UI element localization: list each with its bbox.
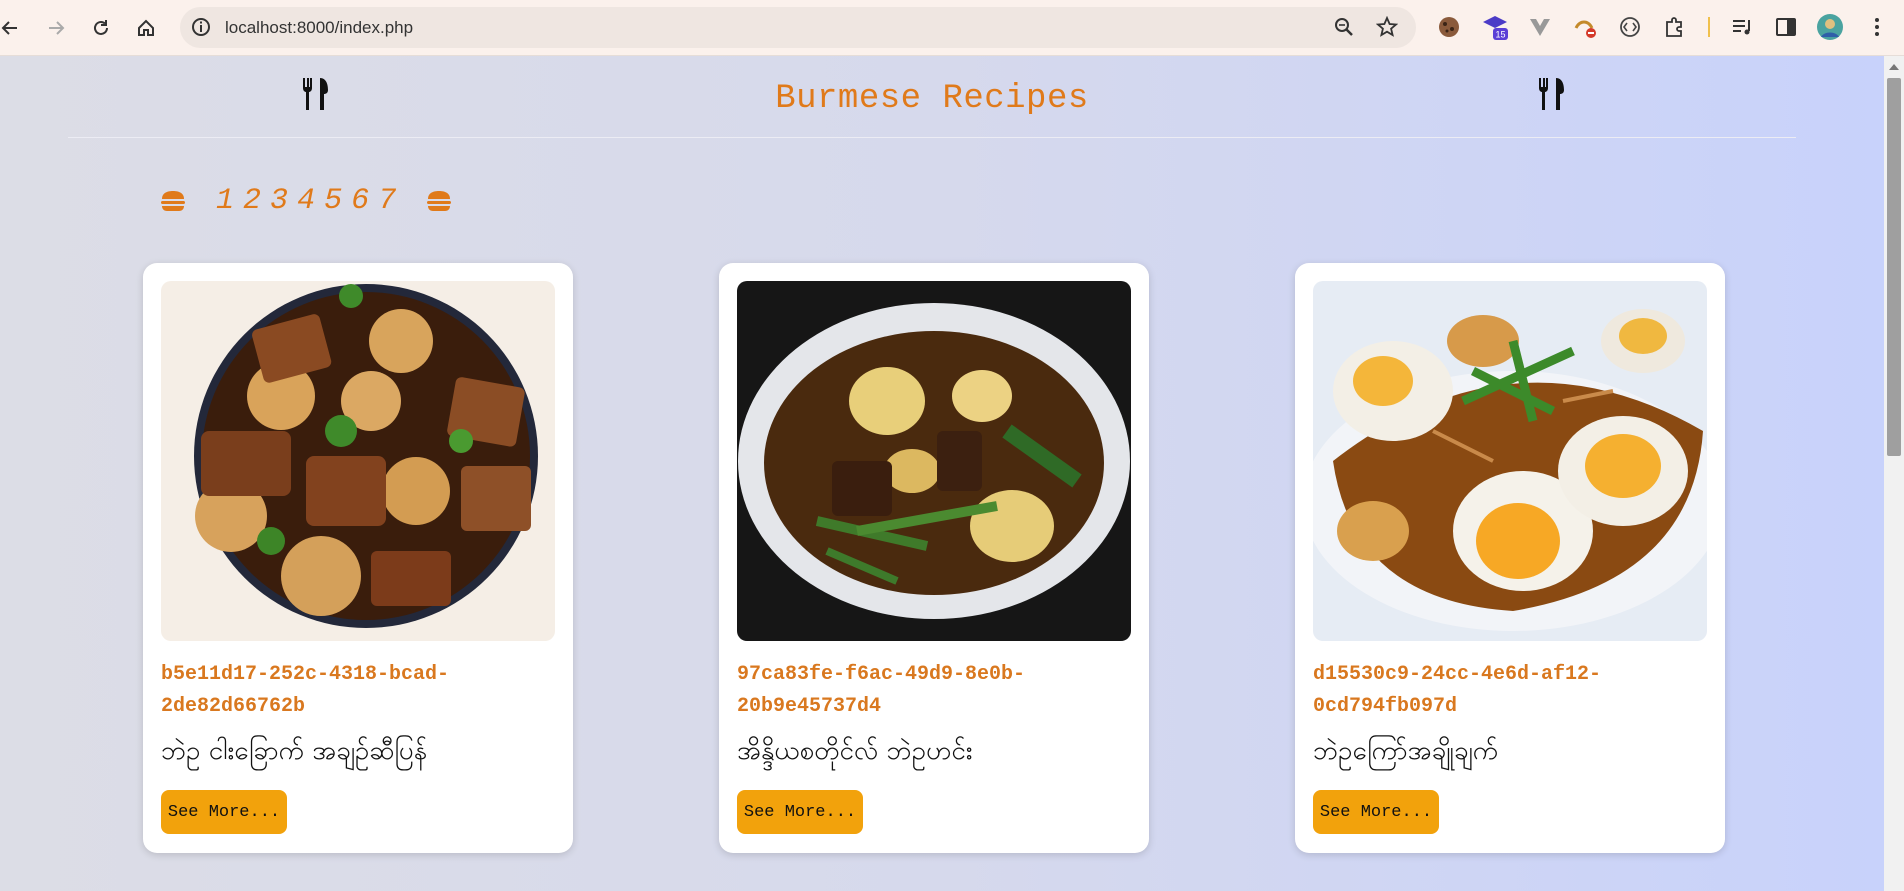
page-links: 1 2 3 4 5 6 7: [216, 184, 396, 218]
profile-avatar[interactable]: [1815, 12, 1845, 42]
recipe-id-line: b5e11d17-252c-4318-bcad-: [161, 663, 450, 686]
page-link-4[interactable]: 4: [297, 184, 315, 218]
extension-badge: 15: [1495, 30, 1505, 40]
page-scrollbar[interactable]: [1884, 56, 1904, 891]
recipe-id-line: 2de82d66762b: [161, 695, 306, 718]
side-panel-icon[interactable]: [1771, 12, 1801, 42]
address-bar[interactable]: localhost:8000/index.php: [180, 7, 1416, 48]
home-icon[interactable]: [130, 12, 162, 44]
cookie-extension-icon[interactable]: [1434, 12, 1464, 42]
see-more-button[interactable]: See More...: [1313, 790, 1439, 834]
recipe-id: b5e11d17-252c-4318-bcad- 2de82d66762b: [161, 659, 555, 723]
browser-menu-icon[interactable]: [1862, 12, 1892, 42]
page-link-1[interactable]: 1: [216, 184, 234, 218]
fork-knife-icon: [1536, 76, 1568, 117]
recipe-id-line: 97ca83fe-f6ac-49d9-8e0b-: [737, 663, 1026, 686]
back-arrow-icon[interactable]: [0, 12, 26, 44]
browser-toolbar: localhost:8000/index.php 15: [0, 0, 1904, 56]
page-link-7[interactable]: 7: [378, 184, 396, 218]
recipe-photo: [737, 281, 1131, 641]
page-link-2[interactable]: 2: [243, 184, 261, 218]
vue-devtools-icon[interactable]: [1525, 12, 1555, 42]
scroll-up-arrow-icon[interactable]: [1889, 64, 1899, 70]
recipe-id-line: d15530c9-24cc-4e6d-af12-: [1313, 663, 1602, 686]
bookmark-star-icon[interactable]: [1375, 15, 1399, 43]
recipe-id: 97ca83fe-f6ac-49d9-8e0b- 20b9e45737d4: [737, 659, 1131, 723]
site-header: Burmese Recipes: [68, 56, 1796, 138]
zoom-icon[interactable]: [1333, 16, 1355, 43]
forward-arrow-icon[interactable]: [40, 12, 72, 44]
graduation-extension-icon[interactable]: 15: [1480, 12, 1510, 42]
burger-icon: [161, 191, 185, 211]
burger-icon: [427, 191, 452, 211]
recipe-photo: [161, 281, 555, 641]
see-more-button[interactable]: See More...: [161, 790, 287, 834]
page-link-6[interactable]: 6: [351, 184, 369, 218]
recipe-name: အိန္ဒိယစတိုင်လ် ဘဲဥဟင်း: [737, 736, 973, 766]
url-text[interactable]: localhost:8000/index.php: [225, 18, 413, 38]
recipe-id-line: 20b9e45737d4: [737, 695, 882, 718]
see-more-button[interactable]: See More...: [737, 790, 863, 834]
code-extension-icon[interactable]: [1615, 12, 1645, 42]
recipe-photo: [1313, 281, 1707, 641]
recipe-card: d15530c9-24cc-4e6d-af12- 0cd794fb097d ဘဲ…: [1295, 263, 1725, 853]
media-controls-icon[interactable]: [1727, 12, 1757, 42]
page-link-5[interactable]: 5: [324, 184, 342, 218]
recipe-name: ဘဲဥ ငါးခြောက် အချဉ်ဆီပြန်: [161, 736, 428, 766]
pagination: 1 2 3 4 5 6 7: [160, 184, 452, 218]
recipe-card: b5e11d17-252c-4318-bcad- 2de82d66762b ဘဲ…: [143, 263, 573, 853]
blocker-extension-icon[interactable]: [1570, 12, 1600, 42]
recipe-name: ဘဲဥကြော်အချိုချက်: [1313, 736, 1499, 766]
page-content: Burmese Recipes 1 2 3 4 5 6 7 b5e11d17-2…: [0, 56, 1884, 891]
page-link-3[interactable]: 3: [270, 184, 288, 218]
reload-icon[interactable]: [85, 12, 117, 44]
recipe-id: d15530c9-24cc-4e6d-af12- 0cd794fb097d: [1313, 659, 1707, 723]
site-info-icon[interactable]: [190, 16, 212, 43]
recipe-card: 97ca83fe-f6ac-49d9-8e0b- 20b9e45737d4 အိ…: [719, 263, 1149, 853]
extensions-puzzle-icon[interactable]: [1660, 12, 1690, 42]
recipe-id-line: 0cd794fb097d: [1313, 695, 1458, 718]
scrollbar-thumb[interactable]: [1887, 78, 1901, 456]
toolbar-divider: [1708, 17, 1710, 37]
